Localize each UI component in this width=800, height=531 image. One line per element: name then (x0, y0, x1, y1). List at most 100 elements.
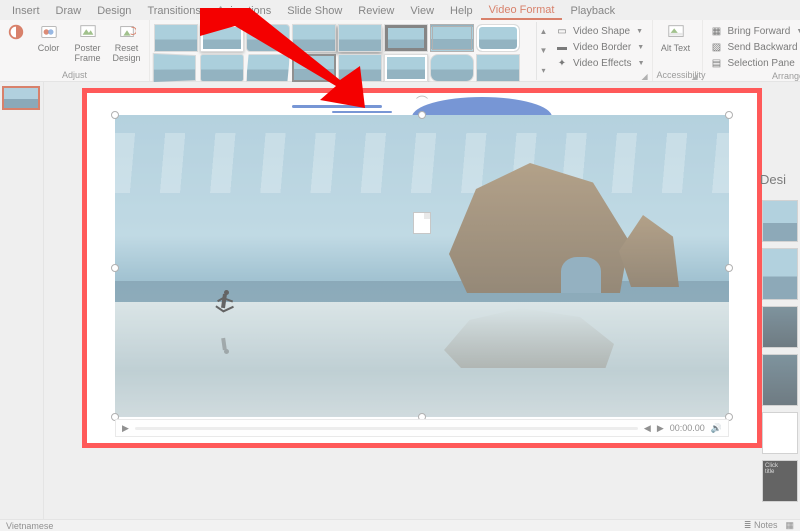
step-back-button[interactable]: ◀ (644, 423, 651, 434)
reset-design-button[interactable]: Reset Design (108, 22, 145, 68)
rotation-handle-icon[interactable]: ⌒ (416, 93, 428, 110)
group-video-styles: ▲ ▼ ▾ ▭ Video Shape ▼ ▬ Video Border ▼ ✦… (150, 20, 653, 81)
tab-design[interactable]: Design (89, 3, 139, 19)
bring-forward-button[interactable]: ▦ Bring Forward ▼ (707, 24, 800, 39)
status-bar: Vietnamese ≣ Notes ▦ (0, 519, 800, 531)
play-button[interactable]: ▶ (122, 423, 129, 434)
slide[interactable]: ⌒ (87, 93, 757, 443)
resize-handle[interactable] (725, 111, 733, 119)
style-thumb[interactable] (154, 24, 198, 52)
tab-video-format[interactable]: Video Format (481, 2, 563, 20)
slide-thumbnail-panel[interactable] (0, 82, 44, 519)
tab-view[interactable]: View (402, 3, 442, 19)
design-ideas-thumbs: Click title (762, 200, 800, 502)
style-thumb[interactable] (476, 24, 520, 52)
tab-animations[interactable]: Animations (209, 3, 279, 19)
style-thumb[interactable] (430, 54, 474, 82)
send-backward-label: Send Backward (728, 42, 798, 53)
color-icon (39, 22, 59, 42)
style-thumb[interactable] (384, 54, 428, 82)
selection-pane-icon: ▤ (710, 58, 724, 69)
slide-thumbnail-1[interactable] (2, 86, 40, 110)
style-thumb[interactable] (153, 53, 196, 83)
gallery-more-icon[interactable]: ▾ (541, 66, 545, 75)
tab-insert[interactable]: Insert (4, 3, 48, 19)
video-scene-water (115, 302, 729, 417)
tab-review[interactable]: Review (350, 3, 402, 19)
resize-handle[interactable] (111, 111, 119, 119)
tab-transitions[interactable]: Transitions (139, 3, 208, 19)
alt-text-label: Alt Text (661, 44, 690, 54)
tab-playback[interactable]: Playback (562, 3, 623, 19)
notes-button[interactable]: ≣ Notes (744, 520, 778, 531)
video-border-button[interactable]: ▬ Video Border ▼ (552, 40, 648, 55)
resize-handle[interactable] (725, 264, 733, 272)
video-effects-label: Video Effects (573, 58, 632, 69)
group-adjust-label: Adjust (4, 70, 145, 81)
tab-draw[interactable]: Draw (48, 3, 90, 19)
placeholder-file-icon (413, 212, 431, 234)
resize-handle[interactable] (111, 264, 119, 272)
video-playback-controls: ▶ ◀ ▶ 00:00.00 🔊 (115, 419, 729, 437)
step-forward-button[interactable]: ▶ (657, 423, 664, 434)
video-effects-icon: ✦ (555, 58, 569, 69)
gallery-down-icon[interactable]: ▼ (540, 46, 548, 55)
style-thumb[interactable] (292, 54, 336, 82)
video-shape-button[interactable]: ▭ Video Shape ▼ (552, 24, 648, 39)
design-idea-thumb[interactable] (762, 248, 798, 300)
group-accessibility: Alt Text Accessibility ◢ (653, 20, 703, 81)
send-backward-button[interactable]: ▨ Send Backward ▼ (707, 40, 800, 55)
dropdown-icon: ▼ (637, 44, 644, 51)
dropdown-icon: ▼ (796, 28, 800, 35)
poster-frame-icon (78, 22, 98, 42)
video-seek-track[interactable] (135, 427, 638, 430)
style-thumb[interactable] (430, 24, 474, 52)
design-idea-thumb[interactable] (762, 200, 798, 242)
style-thumb[interactable] (246, 24, 290, 52)
design-idea-thumb[interactable]: Click title (762, 460, 798, 502)
video-border-icon: ▬ (555, 42, 569, 53)
style-thumb[interactable] (200, 54, 244, 82)
alt-text-button[interactable]: Alt Text (657, 22, 695, 68)
annotation-highlight-box: ⌒ (82, 88, 762, 448)
corrections-button[interactable]: Corrections (4, 22, 28, 68)
gallery-scroll[interactable]: ▲ ▼ ▾ (536, 22, 550, 80)
view-normal-icon[interactable]: ▦ (785, 520, 794, 531)
color-label: Color (38, 44, 60, 54)
style-thumb[interactable] (476, 54, 520, 82)
style-thumb[interactable] (246, 54, 290, 82)
volume-button[interactable]: 🔊 (711, 423, 722, 434)
alt-text-icon (666, 22, 686, 42)
video-style-gallery[interactable] (154, 22, 534, 82)
video-object[interactable] (115, 115, 729, 417)
slide-canvas-area[interactable]: ⌒ (44, 82, 800, 519)
style-thumb[interactable] (384, 24, 428, 52)
dropdown-icon: ▼ (638, 60, 645, 67)
design-idea-thumb[interactable] (762, 354, 798, 406)
style-thumb[interactable] (338, 24, 382, 52)
dialog-launcher-icon[interactable]: ◢ (692, 72, 700, 80)
video-effects-button[interactable]: ✦ Video Effects ▼ (552, 56, 648, 71)
video-scene-runner-reflection (215, 332, 233, 354)
design-idea-thumb[interactable] (762, 412, 798, 454)
style-thumb[interactable] (338, 54, 382, 82)
arrange-col1: ▦ Bring Forward ▼ ▨ Send Backward ▼ ▤ Se… (707, 22, 800, 71)
bring-forward-label: Bring Forward (728, 26, 791, 37)
group-arrange-label: Arrange (707, 71, 800, 82)
poster-frame-button[interactable]: Poster Frame (69, 22, 106, 68)
selection-pane-button[interactable]: ▤ Selection Pane (707, 56, 800, 71)
style-thumb[interactable] (200, 24, 244, 52)
tab-help[interactable]: Help (442, 3, 481, 19)
dialog-launcher-icon[interactable]: ◢ (642, 72, 650, 80)
reset-design-icon (117, 22, 137, 42)
style-thumb[interactable] (292, 24, 336, 52)
ribbon-tabs: Insert Draw Design Transitions Animation… (0, 0, 800, 20)
corrections-icon (6, 22, 26, 42)
color-button[interactable]: Color (30, 22, 67, 68)
tab-slideshow[interactable]: Slide Show (279, 3, 350, 19)
gallery-up-icon[interactable]: ▲ (540, 27, 548, 36)
design-idea-thumb[interactable] (762, 306, 798, 348)
video-shape-label: Video Shape (573, 26, 630, 37)
resize-handle[interactable] (418, 111, 426, 119)
status-language[interactable]: Vietnamese (6, 521, 53, 531)
